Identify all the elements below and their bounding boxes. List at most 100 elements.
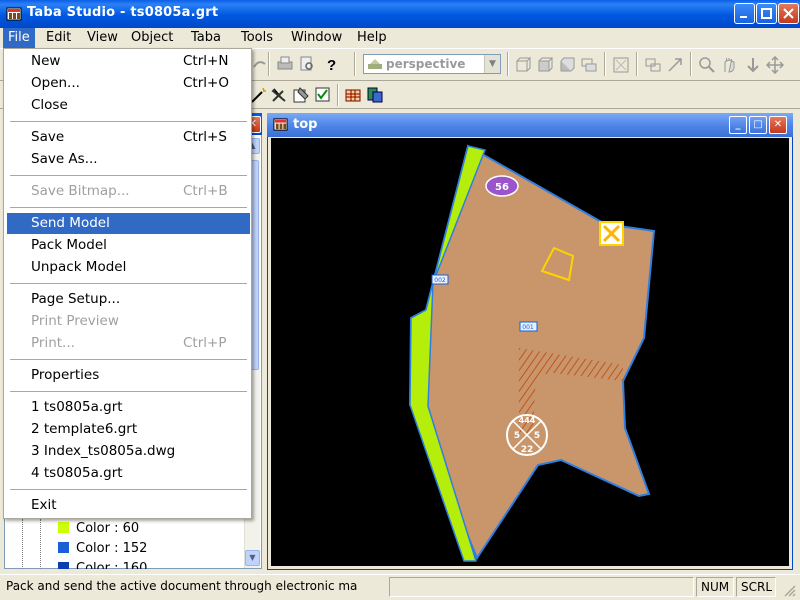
site-plan-drawing[interactable]: 56 002 001 444 5 5 22 xyxy=(271,138,789,566)
menu-view[interactable]: View xyxy=(82,28,123,48)
menu-item-shortcut: Ctrl+S xyxy=(183,129,227,145)
box-view-icon[interactable] xyxy=(514,56,532,74)
menu-item-send-model[interactable]: Send Model xyxy=(7,213,250,234)
tree-item-label: Color : 160 xyxy=(76,561,148,569)
menu-item-label: 3 Index_ts0805a.dwg xyxy=(31,443,176,459)
box-front-icon[interactable] xyxy=(536,56,554,74)
menu-item-save-as[interactable]: Save As... xyxy=(7,149,250,170)
tag-002-label: 002 xyxy=(434,277,446,284)
menu-object[interactable]: Object xyxy=(126,28,178,48)
redo-icon[interactable] xyxy=(251,55,269,73)
move-down-icon[interactable] xyxy=(744,56,762,74)
export-icon[interactable] xyxy=(366,86,384,104)
menu-item-recent-3[interactable]: 3 Index_ts0805a.dwg xyxy=(7,441,250,462)
scroll-down-icon[interactable]: ▼ xyxy=(245,550,260,566)
menu-window[interactable]: Window xyxy=(286,28,347,48)
menu-separator xyxy=(10,359,247,360)
tree-item-color[interactable]: Color : 152 xyxy=(58,541,147,559)
compass-top-label: 444 xyxy=(519,416,536,425)
menu-item-pack-model[interactable]: Pack Model xyxy=(7,235,250,256)
menu-item-close[interactable]: Close xyxy=(7,95,250,116)
tree-item-color[interactable]: Color : 160 xyxy=(58,561,147,569)
menu-item-shortcut: Ctrl+N xyxy=(183,53,229,69)
menu-item-label: Save xyxy=(31,129,65,145)
fit-view-icon[interactable] xyxy=(612,56,630,74)
menu-item-label: Print... xyxy=(31,335,75,351)
box-side-icon[interactable] xyxy=(558,56,576,74)
move-all-icon[interactable] xyxy=(765,55,785,75)
maximize-icon xyxy=(761,8,772,19)
menu-item-properties[interactable]: Properties xyxy=(7,365,250,386)
menu-item-page-setup[interactable]: Page Setup... xyxy=(7,289,250,310)
tree-connector xyxy=(40,519,41,569)
menu-help[interactable]: Help xyxy=(352,28,392,48)
menu-item-label: New xyxy=(31,53,61,69)
menu-file[interactable]: File xyxy=(3,28,35,48)
minimize-button[interactable] xyxy=(734,3,755,24)
document-title-bar[interactable]: top _ □ ✕ xyxy=(267,113,793,137)
menu-item-label: Save As... xyxy=(31,151,98,167)
doc-close-button[interactable]: ✕ xyxy=(769,116,787,134)
menu-item-label: Save Bitmap... xyxy=(31,183,130,199)
menu-taba[interactable]: Taba xyxy=(186,28,226,48)
close-button[interactable] xyxy=(778,3,799,24)
doc-maximize-button[interactable]: □ xyxy=(749,116,767,134)
layers-icon[interactable] xyxy=(580,56,598,74)
tools-icon[interactable] xyxy=(270,86,288,104)
pan-hand-icon[interactable] xyxy=(720,56,738,74)
drawing-canvas[interactable]: 56 002 001 444 5 5 22 xyxy=(271,138,789,566)
status-message: Pack and send the active document throug… xyxy=(6,579,358,593)
title-bar[interactable]: Taba Studio - ts0805a.grt xyxy=(0,0,800,28)
menu-item-shortcut: Ctrl+P xyxy=(183,335,227,351)
checkbox-icon[interactable] xyxy=(314,86,332,104)
wand-icon[interactable] xyxy=(250,86,268,104)
toolbar-separator xyxy=(337,84,339,106)
menu-item-recent-2[interactable]: 2 template6.grt xyxy=(7,419,250,440)
properties-icon[interactable] xyxy=(292,86,310,104)
menu-item-print[interactable]: Print... Ctrl+P xyxy=(7,333,250,354)
status-scrl: SCRL xyxy=(736,577,776,597)
table-icon[interactable] xyxy=(344,86,362,104)
compass-right-label: 5 xyxy=(534,431,540,441)
tree-item-color[interactable]: Color : 60 xyxy=(58,521,139,539)
document-title: top xyxy=(293,117,318,132)
maximize-button[interactable] xyxy=(756,3,777,24)
menu-item-exit[interactable]: Exit xyxy=(7,495,250,516)
menu-item-unpack-model[interactable]: Unpack Model xyxy=(7,257,250,278)
window-tile-icon[interactable] xyxy=(644,56,662,74)
menu-item-print-preview[interactable]: Print Preview xyxy=(7,311,250,332)
menu-item-save[interactable]: Save Ctrl+S xyxy=(7,127,250,148)
print-preview-icon[interactable] xyxy=(298,55,316,73)
help-icon[interactable]: ? xyxy=(322,55,340,74)
menu-tools[interactable]: Tools xyxy=(236,28,278,48)
menu-item-label: Pack Model xyxy=(31,237,107,253)
menu-item-recent-1[interactable]: 1 ts0805a.grt xyxy=(7,397,250,418)
compass-left-label: 5 xyxy=(514,431,520,441)
zoom-icon[interactable] xyxy=(698,56,716,74)
menu-edit[interactable]: Edit xyxy=(41,28,76,48)
chevron-down-icon[interactable]: ▼ xyxy=(484,55,500,73)
menu-item-new[interactable]: New Ctrl+N xyxy=(7,51,250,72)
color-swatch xyxy=(58,542,69,553)
menu-item-recent-4[interactable]: 4 ts0805a.grt xyxy=(7,463,250,484)
view-mode-value: perspective xyxy=(386,57,466,71)
menu-item-label: Properties xyxy=(31,367,100,383)
color-swatch xyxy=(58,522,69,533)
menu-separator xyxy=(10,391,247,392)
resize-grip-icon[interactable] xyxy=(782,583,796,597)
menu-item-shortcut: Ctrl+B xyxy=(183,183,228,199)
menu-item-save-bitmap[interactable]: Save Bitmap... Ctrl+B xyxy=(7,181,250,202)
compass-bottom-label: 22 xyxy=(521,445,534,455)
resize-arrow-icon[interactable] xyxy=(666,56,684,74)
doc-minimize-button[interactable]: _ xyxy=(729,116,747,134)
menu-item-label: Page Setup... xyxy=(31,291,121,307)
menu-bar: File Edit View Object Taba Tools Window … xyxy=(0,28,800,48)
menu-item-label: Send Model xyxy=(31,215,110,231)
window-title: Taba Studio - ts0805a.grt xyxy=(27,5,219,20)
menu-item-label: Print Preview xyxy=(31,313,119,329)
view-mode-combo[interactable]: perspective ▼ xyxy=(363,54,501,74)
menu-item-label: Open... xyxy=(31,75,80,91)
print-icon[interactable] xyxy=(276,55,294,73)
menu-item-open[interactable]: Open... Ctrl+O xyxy=(7,73,250,94)
perspective-icon xyxy=(368,59,382,69)
